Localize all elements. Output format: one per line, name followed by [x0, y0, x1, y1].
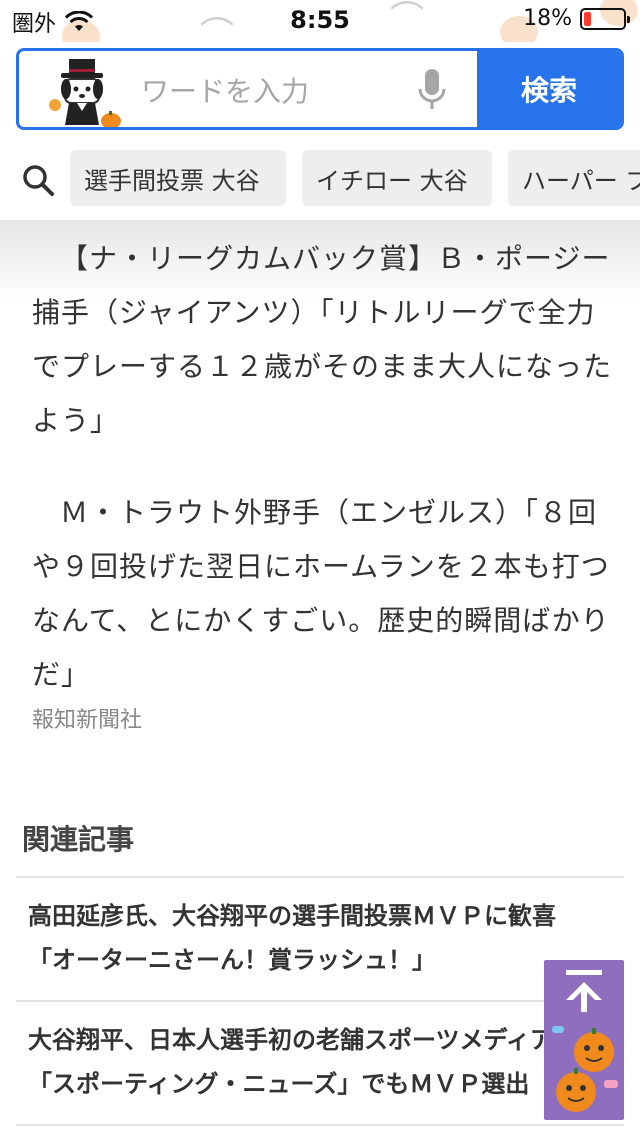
scroll-to-top-button[interactable] [544, 960, 624, 1120]
mic-icon[interactable] [417, 69, 447, 111]
related-link[interactable]: 高田延彦氏、大谷翔平の選手間投票ＭＶＰに歓喜 「オーターニさーん！賞ラッシュ！」 [16, 878, 624, 1002]
related-link[interactable]: 大谷翔平、日本人選手初の老舗スポーツメディア 「スポーティング・ニューズ」でもＭ… [16, 1002, 624, 1126]
arrow-up-icon [552, 970, 618, 1112]
related-line: 「オーターニさーん！賞ラッシュ！」 [28, 946, 436, 974]
article-source: 報知新聞社 [32, 708, 143, 733]
related-line: 「スポーティング・ニューズ」でもＭＶＰ選出 [28, 1070, 530, 1098]
search-button[interactable]: 検索 [477, 51, 621, 127]
related-line: 高田延彦氏、大谷翔平の選手間投票ＭＶＰに歓喜 [28, 902, 556, 930]
suggestion-chip[interactable]: イチロー 大谷 [302, 150, 492, 206]
article-paragraph: Ｍ・トラウト外野手（エンゼルス）「８回や９回投げた翌日にホームランを２本も打つな… [32, 496, 610, 691]
status-right: 18% [523, 6, 630, 31]
battery-icon [580, 7, 630, 30]
article-paragraph: 【ナ・リーグカムバック賞】Ｂ・ポージー捕手（ジャイアンツ）「リトルリーグで全力で… [32, 242, 613, 437]
search-input[interactable] [139, 65, 413, 117]
related-title: 関連記事 [22, 823, 135, 856]
related-line: 大谷翔平、日本人選手初の老舗スポーツメディア [28, 1026, 554, 1054]
battery-level [584, 11, 591, 26]
suggestion-chip[interactable]: ハーパー ブ [508, 150, 640, 206]
suggestion-row: 選手間投票 大谷 イチロー 大谷 ハーパー ブ [0, 140, 640, 220]
related-list: 高田延彦氏、大谷翔平の選手間投票ＭＶＰに歓喜 「オーターニさーん！賞ラッシュ！」… [16, 876, 624, 1126]
battery-percent: 18% [523, 6, 572, 31]
suggestion-chip[interactable]: 選手間投票 大谷 [70, 150, 286, 206]
search-icon [23, 165, 54, 196]
status-bar: ⌒ ⌒ 圏外 8:55 18% [0, 0, 640, 42]
search-bar: 検索 [16, 48, 624, 130]
mascot-icon [49, 59, 121, 127]
article-body: 【ナ・リーグカムバック賞】Ｂ・ポージー捕手（ジャイアンツ）「リトルリーグで全力で… [32, 232, 612, 740]
